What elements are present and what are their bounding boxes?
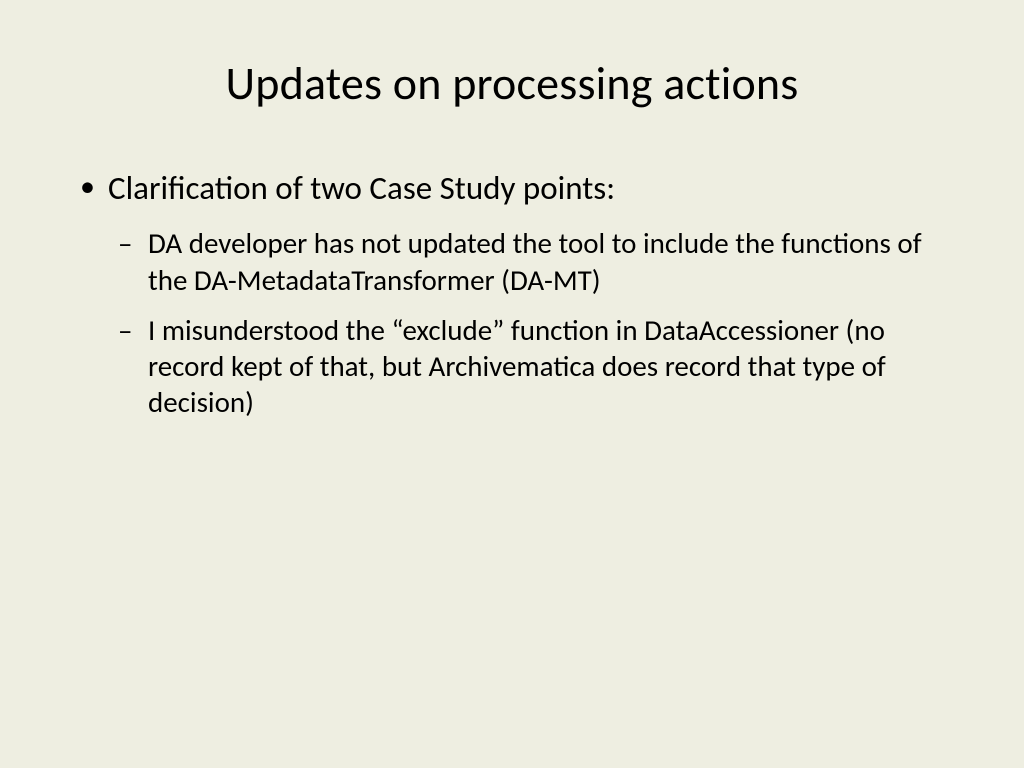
slide-container: Updates on processing actions Clarificat… [0,0,1024,768]
slide-title: Updates on processing actions [0,56,1024,112]
bullet-level1-item: Clarification of two Case Study points: [72,168,964,209]
bullet-level2-item: DA developer has not updated the tool to… [72,225,964,298]
slide-content: Clarification of two Case Study points: … [0,168,1024,421]
bullet-level2-item: I misunderstood the “exclude” function i… [72,312,964,421]
